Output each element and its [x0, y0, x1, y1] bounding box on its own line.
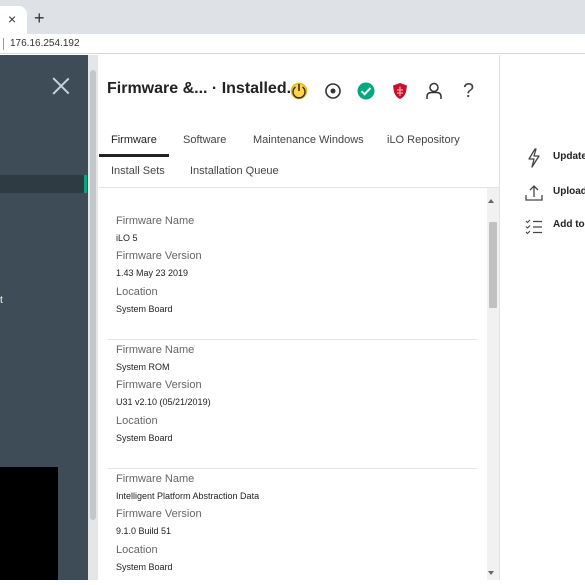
firmware-version-label: Firmware Version [116, 250, 202, 262]
add-to-queue-button[interactable]: Add to [522, 215, 585, 237]
upload-label: Upload [553, 186, 585, 197]
active-tab-indicator [99, 154, 169, 157]
firmware-version-label: Firmware Version [116, 508, 202, 520]
list-scrollbar-thumb[interactable] [489, 222, 497, 308]
firmware-version: U31 v2.10 (05/21/2019) [116, 397, 211, 407]
add-to-label: Add to [553, 219, 585, 230]
location-value: System Board [116, 562, 173, 572]
tab-installation-queue[interactable]: Installation Queue [190, 165, 279, 177]
lightning-icon [524, 147, 544, 169]
update-label: Update [553, 151, 585, 162]
scroll-up-icon[interactable] [488, 199, 494, 203]
firmware-version-label: Firmware Version [116, 379, 202, 391]
close-tab-icon[interactable]: × [8, 11, 16, 27]
tab-maintenance-windows[interactable]: Maintenance Windows [253, 134, 364, 146]
upload-icon [524, 182, 544, 204]
firmware-name-label: Firmware Name [116, 215, 195, 227]
address-url[interactable]: 176.16.254.192 [10, 38, 80, 49]
health-ok-icon[interactable] [355, 80, 377, 102]
list-item[interactable]: Firmware Name iLO 5 Firmware Version 1.4… [108, 213, 477, 340]
browser-tab-bar: × + [0, 0, 585, 34]
tab-firmware[interactable]: Firmware [111, 134, 157, 146]
update-button[interactable]: Update [522, 147, 585, 169]
card-divider [108, 468, 477, 469]
uid-target-icon[interactable] [322, 80, 344, 102]
help-icon[interactable]: ? [463, 80, 485, 102]
browser-tab[interactable]: × [0, 6, 27, 34]
firmware-name-label: Firmware Name [116, 344, 195, 356]
list-item[interactable]: Firmware Name System ROM Firmware Versio… [108, 342, 477, 469]
nav-scrollbar-thumb[interactable] [90, 70, 96, 520]
firmware-name: Intelligent Platform Abstraction Data [116, 491, 260, 501]
power-icon[interactable] [288, 80, 310, 102]
firmware-name: iLO 5 [116, 233, 138, 243]
firmware-name-label: Firmware Name [116, 473, 195, 485]
upload-button[interactable]: Upload [522, 182, 585, 204]
nav-selected-indicator [84, 175, 87, 193]
tab-install-sets[interactable]: Install Sets [111, 165, 165, 177]
page-title: Firmware &... · Installed... [107, 80, 300, 97]
firmware-version: 1.43 May 23 2019 [116, 268, 189, 278]
location-label: Location [116, 286, 158, 298]
firmware-version: 9.1.0 Build 51 [116, 526, 172, 536]
tab-software[interactable]: Software [183, 134, 226, 146]
tab-ilo-repository[interactable]: iLO Repository [387, 134, 460, 146]
address-separator [3, 38, 4, 50]
location-label: Location [116, 544, 158, 556]
nav-item-selected[interactable] [0, 175, 85, 193]
nav-black-panel [0, 467, 58, 580]
location-label: Location [116, 415, 158, 427]
firmware-name: System ROM [116, 362, 170, 372]
location-value: System Board [116, 304, 173, 314]
location-value: System Board [116, 433, 173, 443]
address-bar[interactable]: 176.16.254.192 [0, 34, 585, 54]
scroll-down-icon[interactable] [488, 571, 494, 575]
checklist-icon [524, 215, 544, 237]
new-tab-button[interactable]: + [34, 8, 45, 28]
nav-item-label[interactable]: t [0, 295, 3, 306]
close-icon[interactable] [50, 75, 72, 97]
firmware-list: Firmware Name iLO 5 Firmware Version 1.4… [99, 188, 499, 580]
list-item[interactable]: Firmware Name Intelligent Platform Abstr… [108, 471, 477, 580]
left-navigation: t [0, 55, 88, 580]
card-divider [108, 339, 477, 340]
user-icon[interactable] [423, 80, 445, 102]
security-shield-icon[interactable] [389, 80, 411, 102]
panel-divider [499, 55, 500, 580]
